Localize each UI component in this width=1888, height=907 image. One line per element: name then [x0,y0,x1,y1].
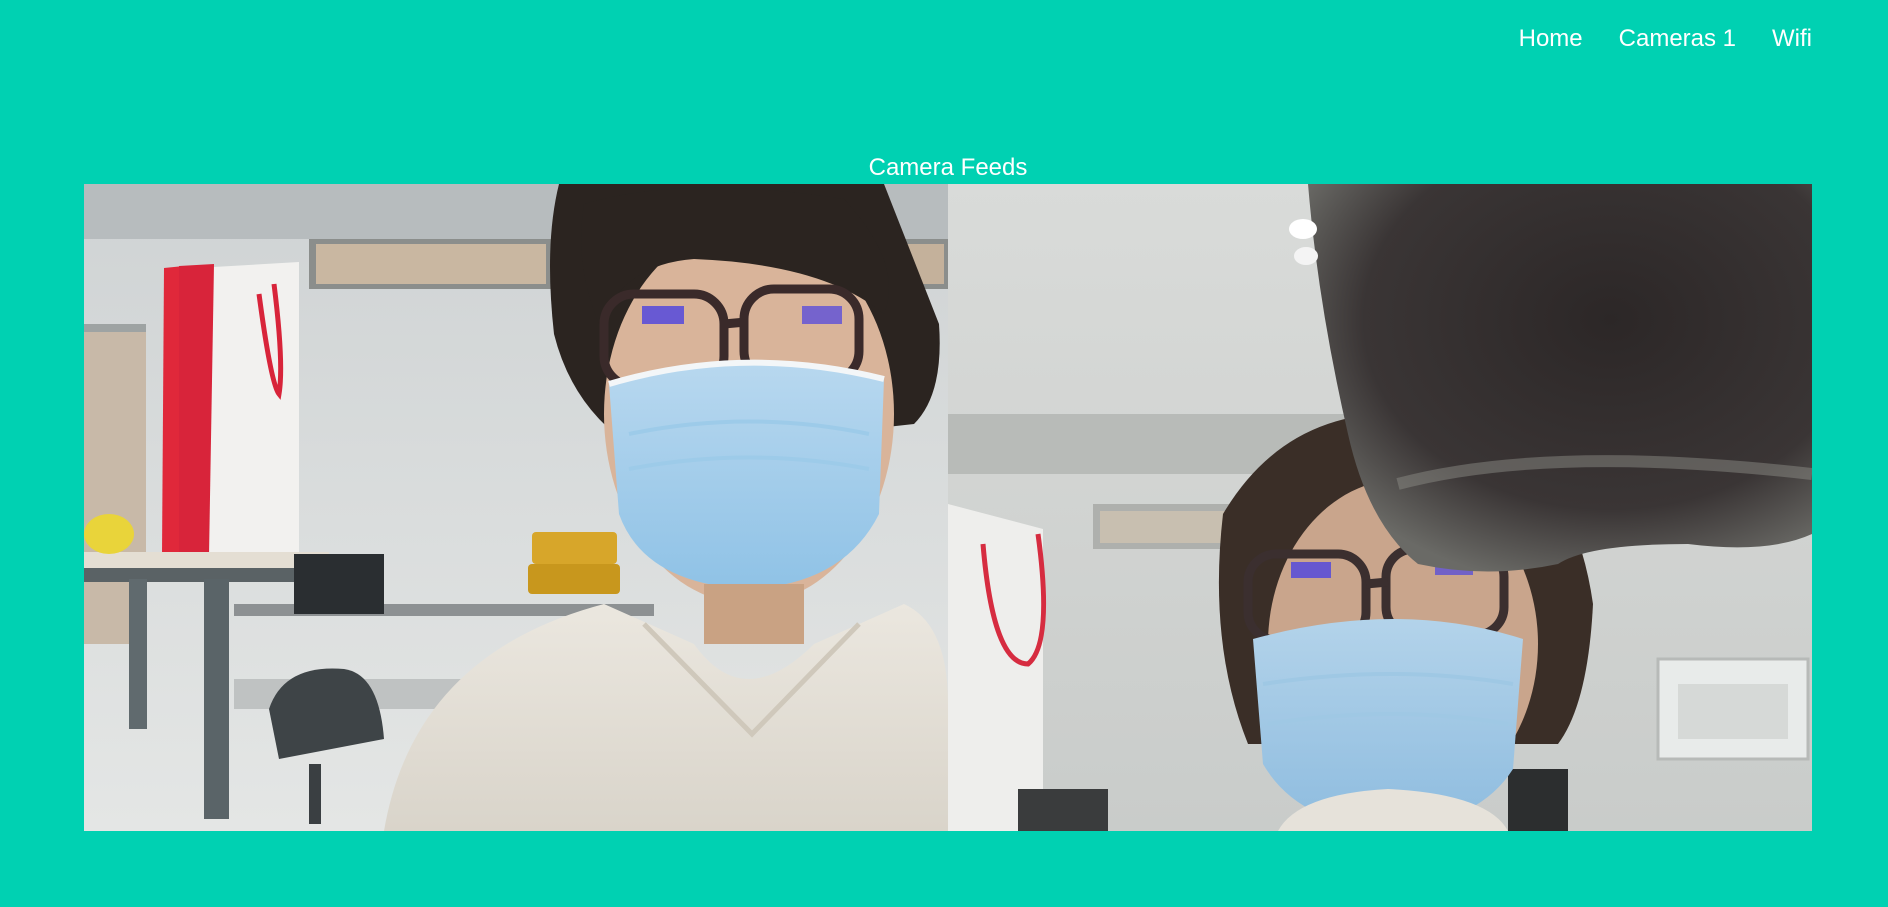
page-title: Camera Feeds [868,154,1028,181]
camera-feed-left-image [84,184,948,831]
navbar: Home Cameras 1 Wifi [1519,0,1888,78]
nav-cameras-link[interactable]: Cameras 1 [1619,27,1736,51]
camera-feed-right [948,184,1812,831]
nav-home-link[interactable]: Home [1519,27,1583,51]
camera-feeds-grid [84,184,1812,831]
nav-wifi-link[interactable]: Wifi [1772,27,1812,51]
camera-feed-right-image [948,184,1812,831]
camera-feed-left [84,184,948,831]
